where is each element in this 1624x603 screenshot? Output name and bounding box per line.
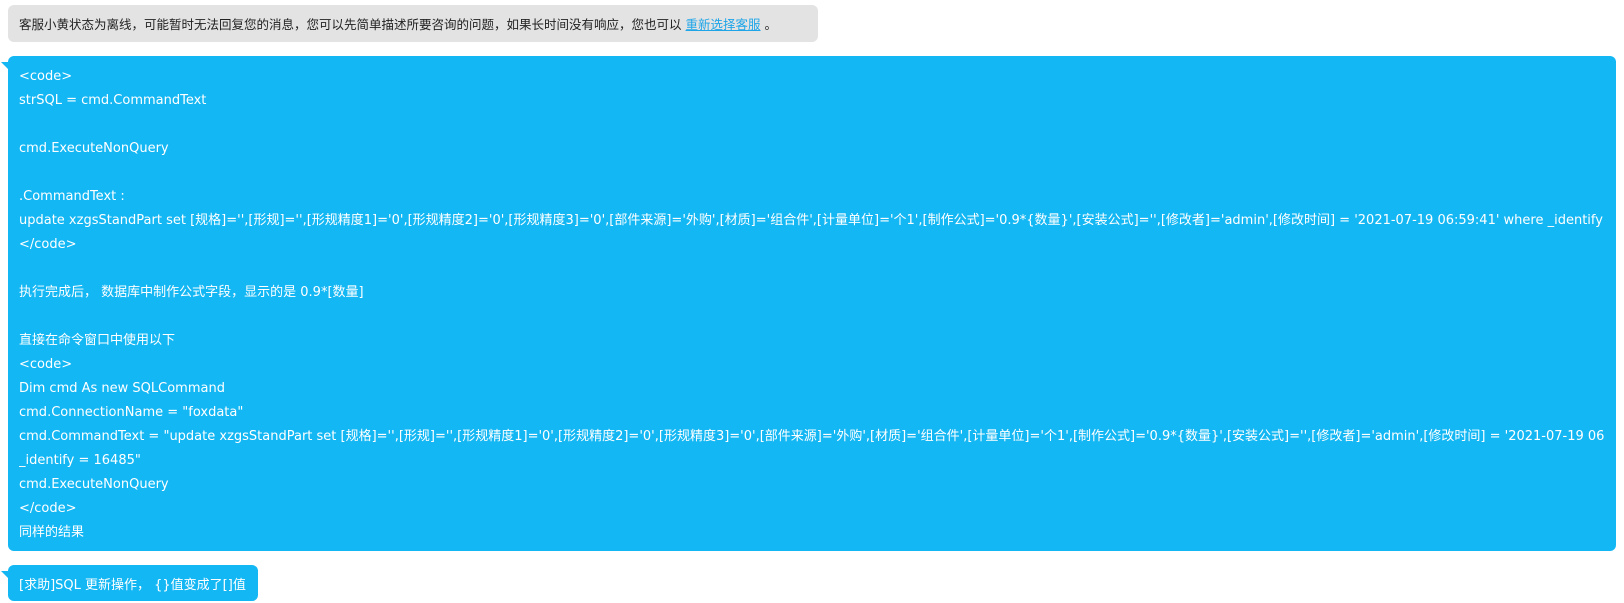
message-line: strSQL = cmd.CommandText <box>19 93 207 108</box>
message-line: cmd.ExecuteNonQuery <box>19 477 169 492</box>
offline-notice: 客服小黄状态为离线，可能暂时无法回复您的消息，您可以先简单描述所要咨询的问题，如… <box>8 5 818 42</box>
bubble-tail <box>1 571 9 579</box>
message-line: Dim cmd As new SQLCommand <box>19 381 225 396</box>
message-line: cmd.ExecuteNonQuery <box>19 141 169 156</box>
message-line: cmd.CommandText = "update xzgsStandPart … <box>19 429 1606 444</box>
message-line: <code> <box>19 357 73 372</box>
message-line: </code> <box>19 237 77 252</box>
message-line <box>19 113 1606 137</box>
message-line: _identify = 16485" <box>19 453 141 468</box>
chat-window: 客服小黄状态为离线，可能暂时无法回复您的消息，您可以先简单描述所要咨询的问题，如… <box>0 0 1624 603</box>
message-bubble-title: [求助]SQL 更新操作， {}值变成了[]值 <box>1 565 258 601</box>
message-line: </code> <box>19 501 77 516</box>
message-line: .CommandText : <box>19 189 125 204</box>
message-line <box>19 257 1606 281</box>
bubble-tail <box>1 62 9 70</box>
message-bubble: <code> strSQL = cmd.CommandText cmd.Exec… <box>1 56 1616 551</box>
message-line <box>19 161 1606 185</box>
reselect-agent-link[interactable]: 重新选择客服 <box>686 14 761 33</box>
message-line: <code> <box>19 69 73 84</box>
message-line: 同样的结果 <box>19 525 85 540</box>
notice-period: 。 <box>764 17 778 32</box>
offline-notice-text: 客服小黄状态为离线，可能暂时无法回复您的消息，您可以先简单描述所要咨询的问题，如… <box>19 17 682 32</box>
message-line: 直接在命令窗口中使用以下 <box>19 333 176 348</box>
message-line: 执行完成后， 数据库中制作公式字段，显示的是 0.9*[数量] <box>19 285 364 300</box>
message-line: update xzgsStandPart set [规格]='',[形规]=''… <box>19 213 1606 228</box>
message-line <box>19 305 1606 329</box>
message-line: cmd.ConnectionName = "foxdata" <box>19 405 244 420</box>
message-title-text: [求助]SQL 更新操作， {}值变成了[]值 <box>19 577 246 593</box>
